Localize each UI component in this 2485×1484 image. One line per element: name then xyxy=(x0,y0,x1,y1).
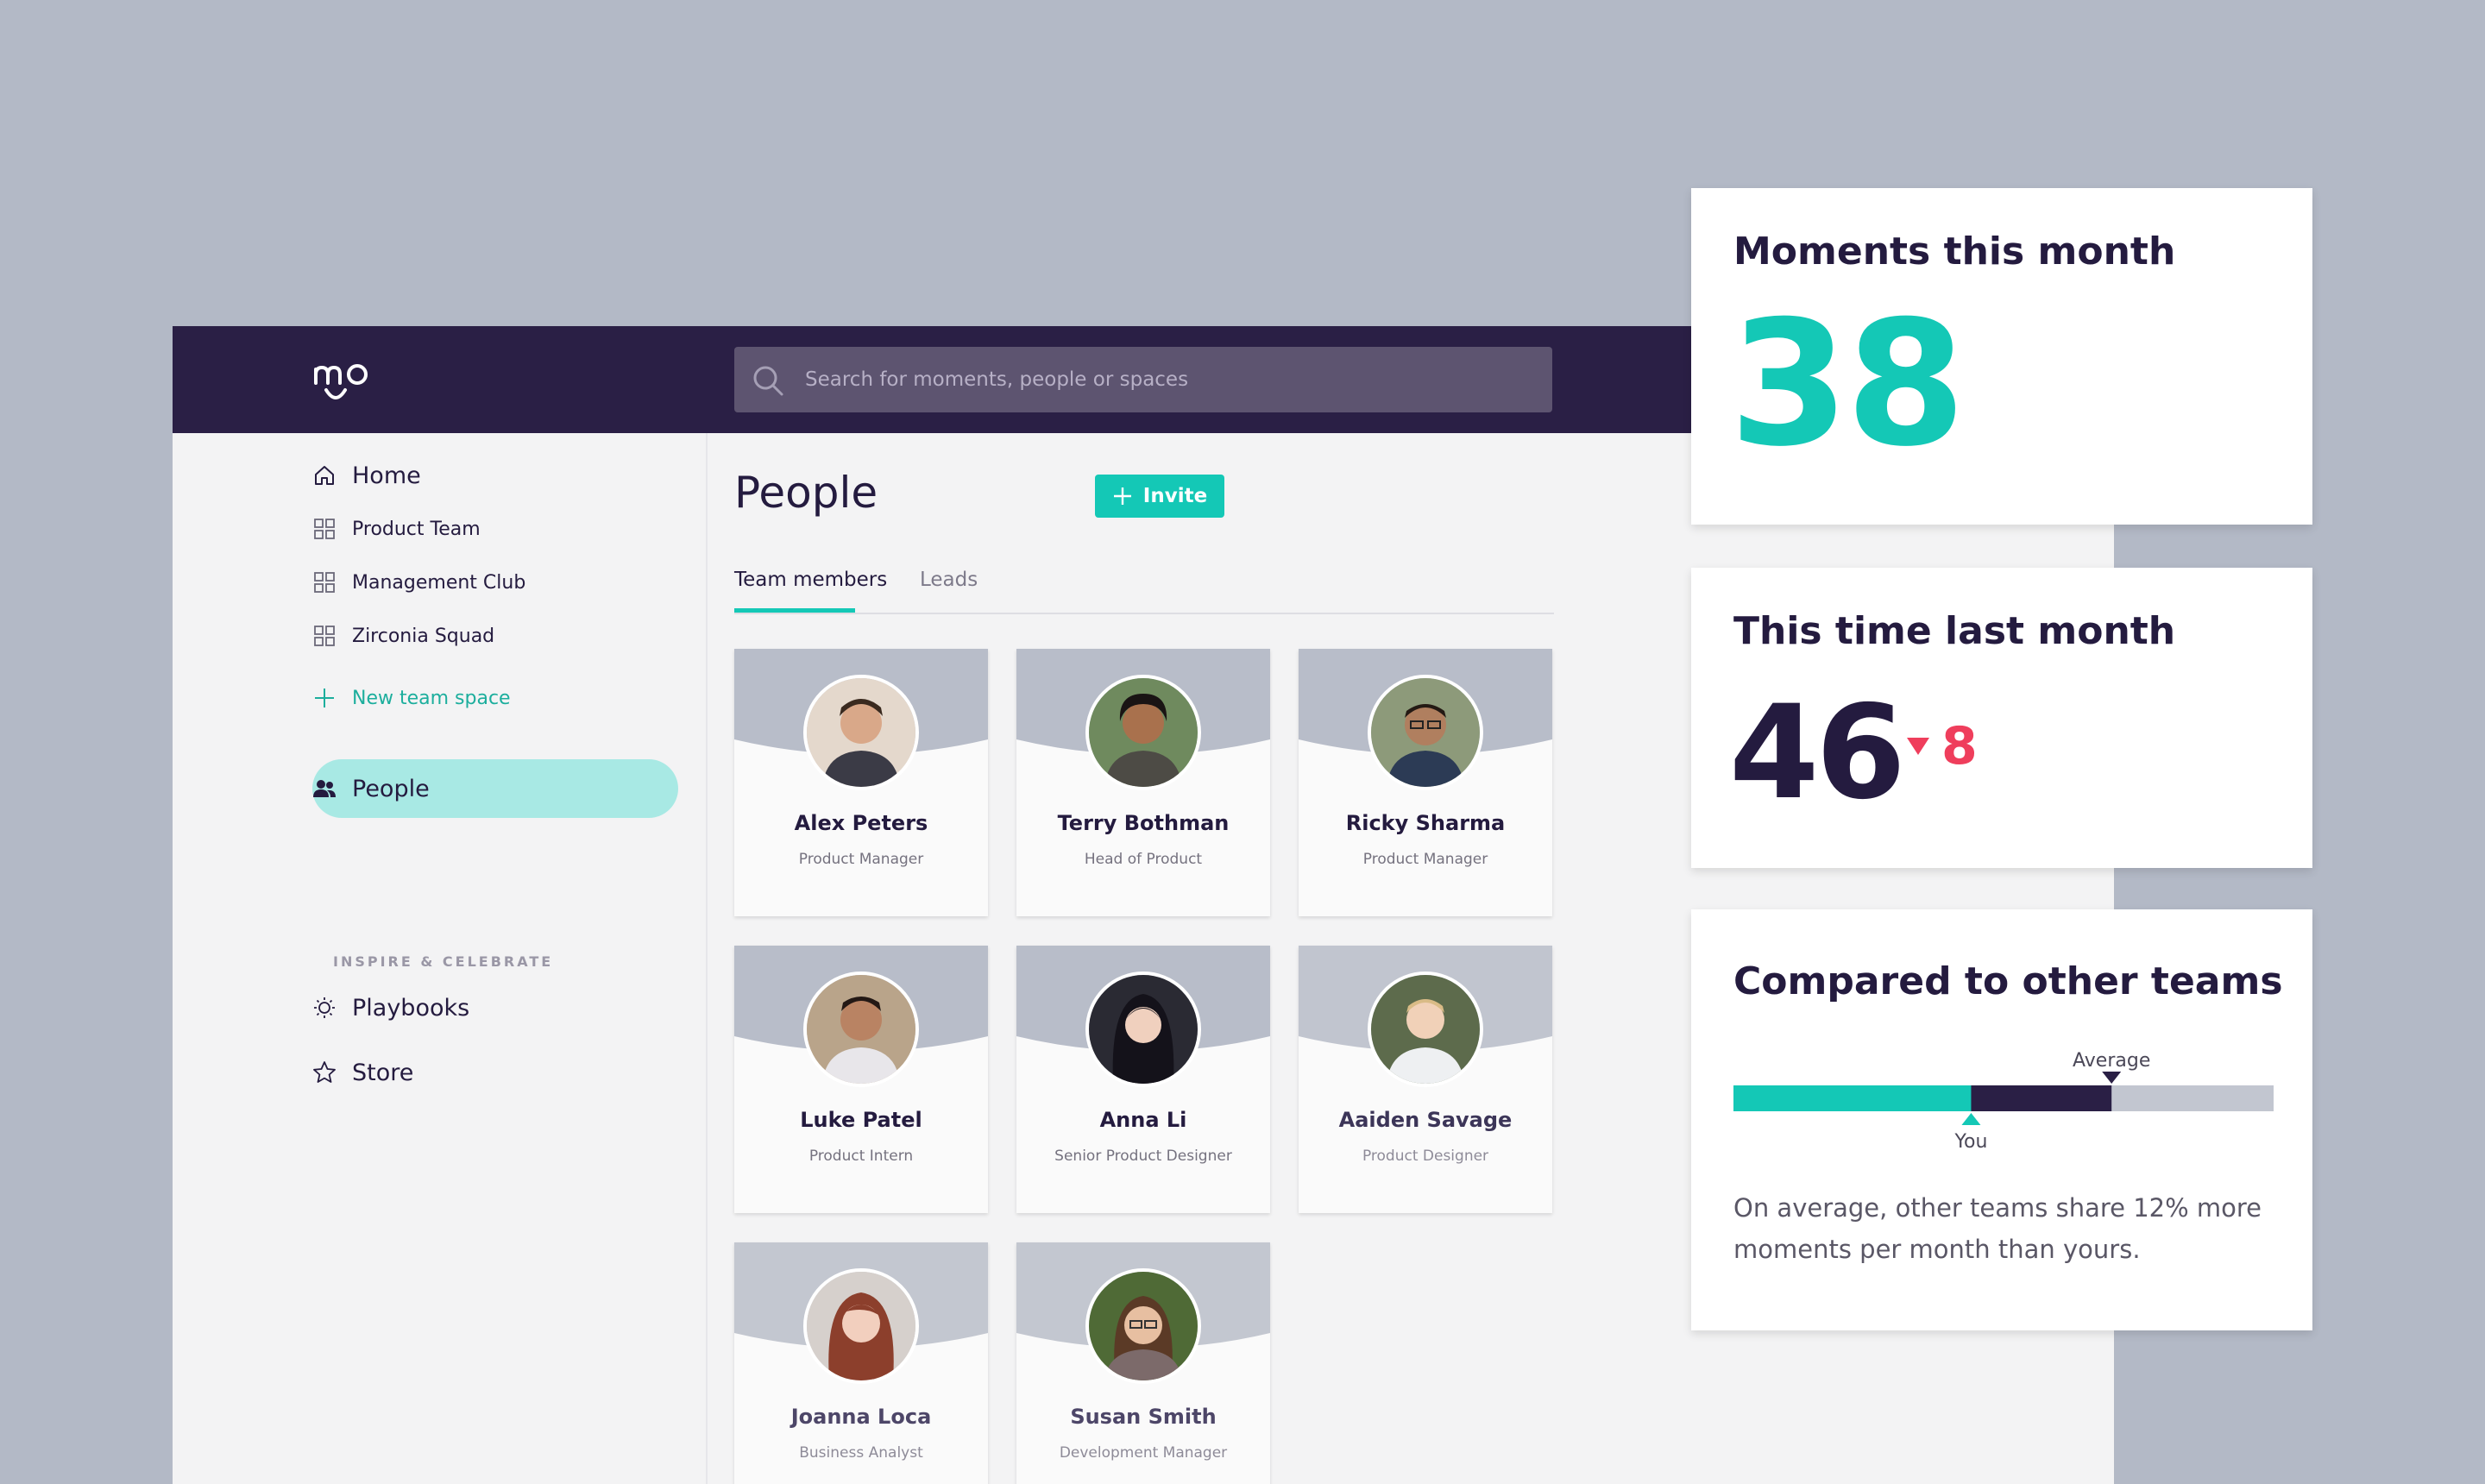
comparison-description: On average, other teams share 12% more m… xyxy=(1733,1193,2262,1264)
avatar xyxy=(803,1268,919,1384)
invite-button[interactable]: Invite xyxy=(1095,475,1224,518)
tab-label: Leads xyxy=(920,569,978,591)
member-name: Anna Li xyxy=(1099,1108,1187,1132)
card-title: This time last month xyxy=(1733,609,2176,653)
sidebar-item-label: People xyxy=(352,775,430,802)
sidebar-item-label: Store xyxy=(352,1059,414,1086)
section-label: INSPIRE & CELEBRATE xyxy=(333,953,554,970)
compare-teams-card: Compared to other teams Average You On a… xyxy=(1691,909,2312,1330)
average-label: Average xyxy=(2073,1050,2150,1072)
grid-icon xyxy=(311,569,338,596)
moments-this-month-card: Moments this month 38 xyxy=(1691,188,2312,525)
avatar xyxy=(1368,972,1483,1087)
moments-count: 38 xyxy=(1729,284,1966,485)
star-icon xyxy=(311,1059,338,1086)
sidebar-item-store[interactable]: Store xyxy=(311,1042,413,1103)
people-icon xyxy=(311,775,338,802)
grid-icon xyxy=(311,622,338,650)
page-title: People xyxy=(734,468,878,518)
you-marker-icon xyxy=(1961,1113,1981,1125)
sidebar-item-people[interactable]: People xyxy=(311,758,430,819)
average-marker-icon xyxy=(2102,1072,2122,1084)
member-name: Ricky Sharma xyxy=(1345,811,1506,835)
tab-bar: Team members Leads xyxy=(734,561,1554,614)
grid-icon xyxy=(311,515,338,543)
member-role: Development Manager xyxy=(1059,1444,1228,1462)
card-title: Compared to other teams xyxy=(1733,959,2283,1003)
member-role: Business Analyst xyxy=(799,1444,923,1462)
member-card[interactable]: Luke Patel Product Intern xyxy=(734,946,988,1213)
search-placeholder: Search for moments, people or spaces xyxy=(805,368,1189,391)
member-name: Terry Bothman xyxy=(1057,811,1230,835)
avatar xyxy=(1085,675,1201,790)
sidebar-item-playbooks[interactable]: Playbooks xyxy=(311,978,469,1038)
invite-label: Invite xyxy=(1142,485,1208,507)
member-card[interactable]: Anna Li Senior Product Designer xyxy=(1016,946,1270,1213)
member-name: Susan Smith xyxy=(1070,1405,1217,1429)
sidebar-item-product-team[interactable]: Product Team xyxy=(311,499,481,559)
new-team-space-button[interactable]: New team space xyxy=(311,668,511,728)
avatar xyxy=(803,675,919,790)
plus-icon xyxy=(1113,487,1131,505)
card-title: Moments this month xyxy=(1733,230,2176,274)
sidebar-item-label: Management Club xyxy=(352,571,526,594)
sidebar-item-label: Home xyxy=(352,462,421,489)
sidebar-item-label: Product Team xyxy=(352,518,481,540)
you-fill xyxy=(1733,1085,1972,1111)
sidebar-item-label: Zirconia Squad xyxy=(352,625,495,647)
sidebar-item-management-club[interactable]: Management Club xyxy=(311,552,525,613)
member-role: Product Intern xyxy=(808,1148,914,1165)
main-content: People Invite Team members Leads Alex Pe… xyxy=(708,433,1752,1484)
comparison-bar: Average You xyxy=(1733,1050,2274,1153)
search-input[interactable]: Search for moments, people or spaces xyxy=(734,347,1552,412)
member-card[interactable]: Susan Smith Development Manager xyxy=(1016,1242,1270,1484)
member-card[interactable]: Alex Peters Product Manager xyxy=(734,649,988,916)
member-name: Alex Peters xyxy=(794,811,928,835)
delta-value: 8 xyxy=(1941,716,1978,777)
sidebar-item-label: Playbooks xyxy=(352,994,470,1022)
search-icon xyxy=(753,366,783,396)
last-month-count: 46 xyxy=(1729,678,1906,828)
last-month-card: This time last month 46 8 xyxy=(1691,568,2312,868)
you-label: You xyxy=(1953,1131,1987,1153)
member-role: Senior Product Designer xyxy=(1054,1148,1232,1165)
member-name: Joanna Loca xyxy=(790,1405,932,1429)
sidebar-item-zirconia-squad[interactable]: Zirconia Squad xyxy=(311,606,494,666)
down-triangle-icon xyxy=(1907,738,1929,755)
avatar xyxy=(1085,972,1201,1087)
member-role: Product Manager xyxy=(1362,851,1488,868)
avatar xyxy=(1368,675,1483,790)
avatar xyxy=(1085,1268,1201,1384)
member-role: Product Manager xyxy=(798,851,924,868)
tab-label: Team members xyxy=(734,569,888,591)
active-tab-indicator xyxy=(734,608,855,613)
sidebar-item-home[interactable]: Home xyxy=(311,445,421,506)
sidebar-item-label: New team space xyxy=(352,687,511,709)
home-icon xyxy=(311,462,338,489)
member-card[interactable]: Terry Bothman Head of Product xyxy=(1016,649,1270,916)
avatar xyxy=(803,972,919,1087)
member-role: Product Designer xyxy=(1362,1148,1489,1165)
delta-indicator: 8 xyxy=(1907,716,1978,777)
mo-logo[interactable] xyxy=(311,357,373,407)
tab-team-members[interactable]: Team members xyxy=(734,561,887,613)
bulb-icon xyxy=(311,994,338,1022)
member-card[interactable]: Ricky Sharma Product Manager xyxy=(1299,649,1552,916)
member-card[interactable]: Joanna Loca Business Analyst xyxy=(734,1242,988,1484)
member-name: Aaiden Savage xyxy=(1338,1108,1513,1132)
member-card[interactable]: Aaiden Savage Product Designer xyxy=(1299,946,1552,1213)
member-role: Head of Product xyxy=(1084,851,1203,868)
member-name: Luke Patel xyxy=(800,1108,922,1132)
sidebar: Home Product Team Management Club Zircon… xyxy=(173,433,708,1484)
tab-leads[interactable]: Leads xyxy=(920,561,978,613)
plus-icon xyxy=(311,684,338,712)
